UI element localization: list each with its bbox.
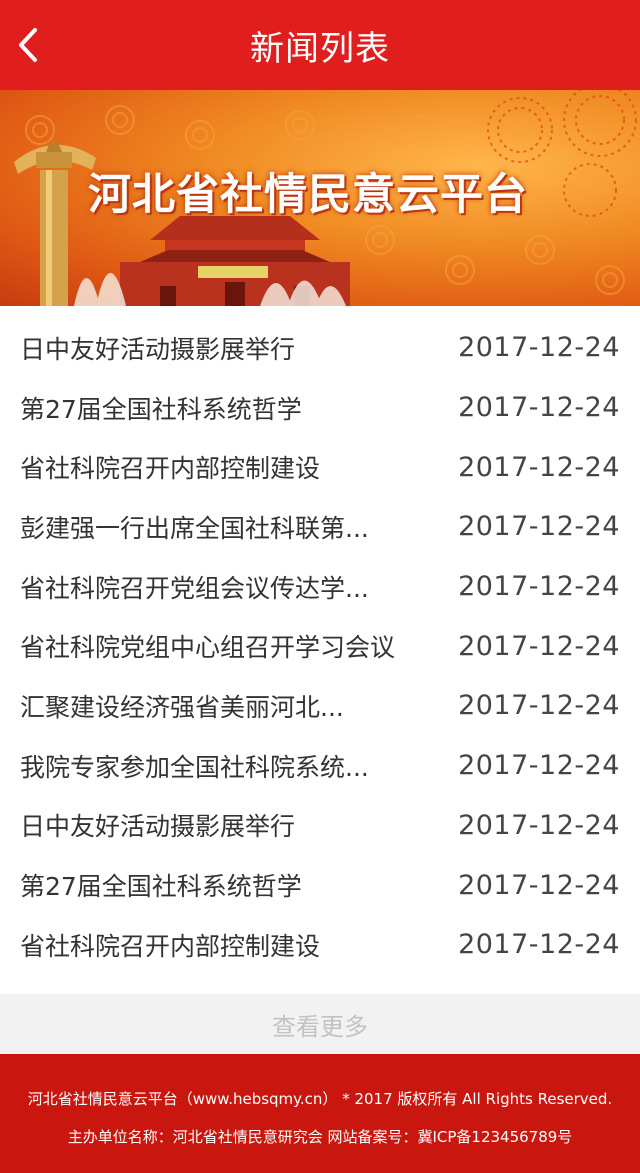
list-item[interactable]: 省社科院召开党组会议传达学... 2017-12-24 xyxy=(0,557,640,617)
top-header: 新闻列表 xyxy=(0,0,640,90)
news-title: 汇聚建设经济强省美丽河北... xyxy=(20,692,344,722)
list-item[interactable]: 第27届全国社科系统哲学 2017-12-24 xyxy=(0,378,640,438)
news-date: 2017-12-24 xyxy=(458,511,620,543)
list-item[interactable]: 日中友好活动摄影展举行 2017-12-24 xyxy=(0,318,640,378)
news-title: 第27届全国社科系统哲学 xyxy=(20,872,302,902)
news-title: 省社科院党组中心组召开学习会议 xyxy=(20,633,396,663)
view-more-button[interactable]: 查看更多 xyxy=(0,994,640,1054)
list-item[interactable]: 日中友好活动摄影展举行 2017-12-24 xyxy=(0,796,640,856)
list-item[interactable]: 我院专家参加全国社科院系统... 2017-12-24 xyxy=(0,736,640,796)
list-item[interactable]: 省社科院召开内部控制建设 2017-12-24 xyxy=(0,437,640,497)
view-more-label: 查看更多 xyxy=(272,1012,368,1041)
news-title: 日中友好活动摄影展举行 xyxy=(20,334,296,364)
news-title: 省社科院召开内部控制建设 xyxy=(20,931,321,961)
chevron-left-icon xyxy=(19,28,37,62)
banner-image: 河北省社情民意云平台 xyxy=(0,90,640,306)
news-date: 2017-12-24 xyxy=(458,750,620,782)
news-date: 2017-12-24 xyxy=(458,571,620,603)
news-title: 日中友好活动摄影展举行 xyxy=(20,812,296,842)
news-date: 2017-12-24 xyxy=(458,869,620,901)
list-item[interactable]: 彭建强一行出席全国社科联第... 2017-12-24 xyxy=(0,497,640,557)
news-date: 2017-12-24 xyxy=(458,809,620,841)
news-list: 日中友好活动摄影展举行 2017-12-24 第27届全国社科系统哲学 2017… xyxy=(0,318,640,975)
banner-title: 河北省社情民意云平台 xyxy=(88,170,528,220)
footer: 河北省社情民意云平台（www.hebsqmy.cn） * 2017 版权所有 A… xyxy=(0,1054,640,1173)
list-item[interactable]: 省社科院召开内部控制建设 2017-12-24 xyxy=(0,915,640,975)
news-title: 省社科院召开内部控制建设 xyxy=(20,454,321,484)
news-title: 彭建强一行出席全国社科联第... xyxy=(20,513,369,543)
list-item[interactable]: 第27届全国社科系统哲学 2017-12-24 xyxy=(0,855,640,915)
page-title: 新闻列表 xyxy=(250,28,390,69)
news-date: 2017-12-24 xyxy=(458,630,620,662)
news-date: 2017-12-24 xyxy=(458,392,620,424)
news-date: 2017-12-24 xyxy=(458,929,620,961)
list-item[interactable]: 省社科院党组中心组召开学习会议 2017-12-24 xyxy=(0,616,640,676)
news-title: 省社科院召开党组会议传达学... xyxy=(20,573,369,603)
news-date: 2017-12-24 xyxy=(458,690,620,722)
footer-organizer: 主办单位名称：河北省社情民意研究会 网站备案号：冀ICP备123456789号 xyxy=(67,1128,573,1146)
news-title: 第27届全国社科系统哲学 xyxy=(20,394,302,424)
list-item[interactable]: 汇聚建设经济强省美丽河北... 2017-12-24 xyxy=(0,676,640,736)
news-title: 我院专家参加全国社科院系统... xyxy=(20,752,369,782)
footer-copyright: 河北省社情民意云平台（www.hebsqmy.cn） * 2017 版权所有 A… xyxy=(27,1090,613,1108)
news-date: 2017-12-24 xyxy=(458,332,620,364)
news-date: 2017-12-24 xyxy=(458,451,620,483)
back-button[interactable] xyxy=(8,15,48,75)
